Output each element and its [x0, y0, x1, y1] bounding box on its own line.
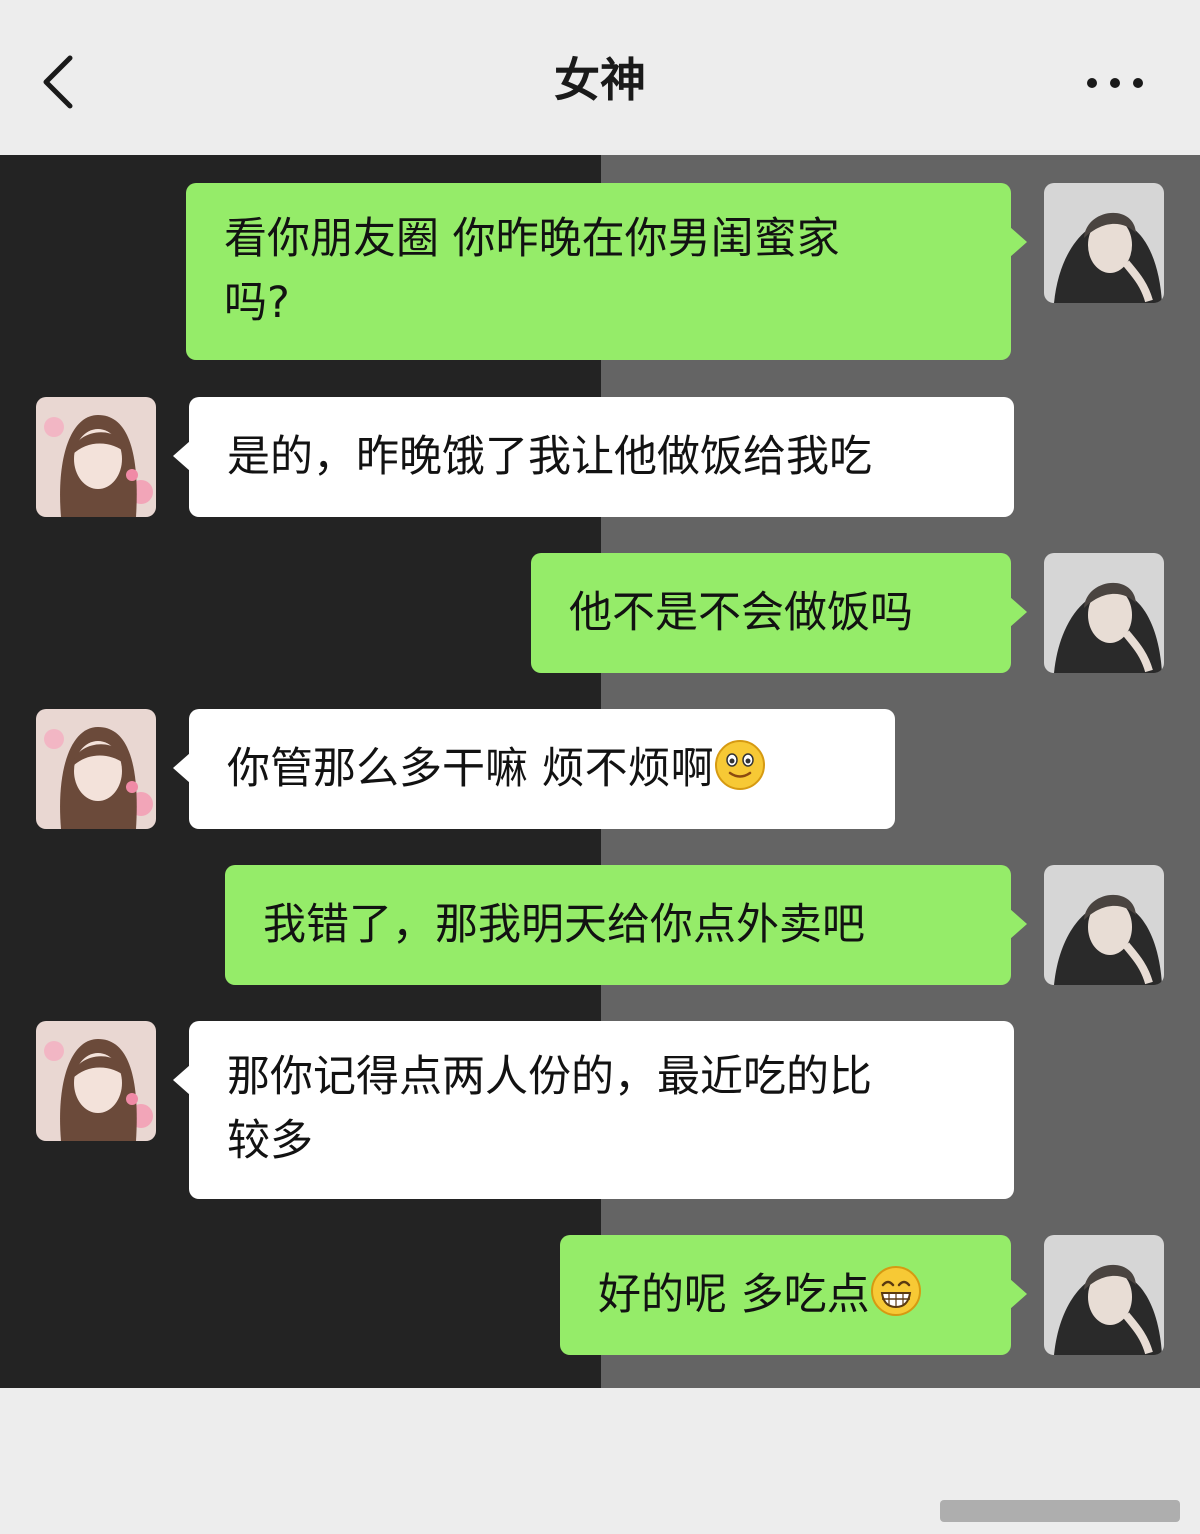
message-text: 好的呢 多吃点	[598, 1270, 870, 1320]
contact-avatar[interactable]	[36, 397, 156, 517]
message-bubble-outgoing[interactable]: 他不是不会做饭吗	[531, 553, 1027, 673]
man-avatar-icon	[1044, 183, 1164, 303]
more-button[interactable]	[1078, 60, 1152, 106]
my-avatar[interactable]	[1044, 553, 1164, 673]
man-avatar-icon	[1044, 1235, 1164, 1355]
woman-avatar-icon	[36, 1021, 156, 1141]
message-text: 较多	[227, 1116, 313, 1166]
watermark	[940, 1490, 1180, 1530]
message-bubble-incoming[interactable]: 是的，昨晚饿了我让他做饭给我吃	[173, 397, 1014, 517]
message-bubble-incoming[interactable]: 那你记得点两人份的，最近吃的比 较多	[173, 1021, 1014, 1199]
contact-avatar[interactable]	[36, 1021, 156, 1141]
smile-emoji-icon	[714, 739, 766, 791]
message-bubble-outgoing[interactable]: 看你朋友圈 你昨晚在你男闺蜜家 吗?	[186, 183, 1027, 360]
man-avatar-icon	[1044, 553, 1164, 673]
message-bubble-incoming[interactable]: 你管那么多干嘛 烦不烦啊	[173, 709, 895, 829]
more-icon	[1087, 78, 1143, 88]
woman-avatar-icon	[36, 709, 156, 829]
my-avatar[interactable]	[1044, 1235, 1164, 1355]
my-avatar[interactable]	[1044, 865, 1164, 985]
message-text: 是的，昨晚饿了我让他做饭给我吃	[227, 432, 872, 482]
message-text: 那你记得点两人份的，最近吃的比	[227, 1052, 872, 1102]
grin-emoji-icon	[870, 1265, 922, 1317]
message-bubble-outgoing[interactable]: 我错了，那我明天给你点外卖吧	[225, 865, 1027, 985]
chat-title: 女神	[554, 53, 646, 107]
message-line: 好的呢 多吃点	[598, 1263, 973, 1327]
man-avatar-icon	[1044, 865, 1164, 985]
message-text: 吗?	[224, 278, 290, 328]
message-text: 他不是不会做饭吗	[569, 588, 913, 638]
message-text: 你管那么多干嘛 烦不烦啊	[227, 744, 714, 794]
message-text: 我错了，那我明天给你点外卖吧	[263, 900, 865, 950]
chat-header: 女神	[0, 0, 1200, 155]
message-bubble-outgoing[interactable]: 好的呢 多吃点	[560, 1235, 1027, 1355]
message-text: 看你朋友圈 你昨晚在你男闺蜜家	[224, 214, 840, 264]
my-avatar[interactable]	[1044, 183, 1164, 303]
woman-avatar-icon	[36, 397, 156, 517]
message-line: 你管那么多干嘛 烦不烦啊	[227, 737, 857, 801]
chat-area[interactable]: 看你朋友圈 你昨晚在你男闺蜜家 吗? 是的，昨晚饿了我让他做饭给我吃 他不是不会…	[0, 155, 1200, 1522]
contact-avatar[interactable]	[36, 709, 156, 829]
